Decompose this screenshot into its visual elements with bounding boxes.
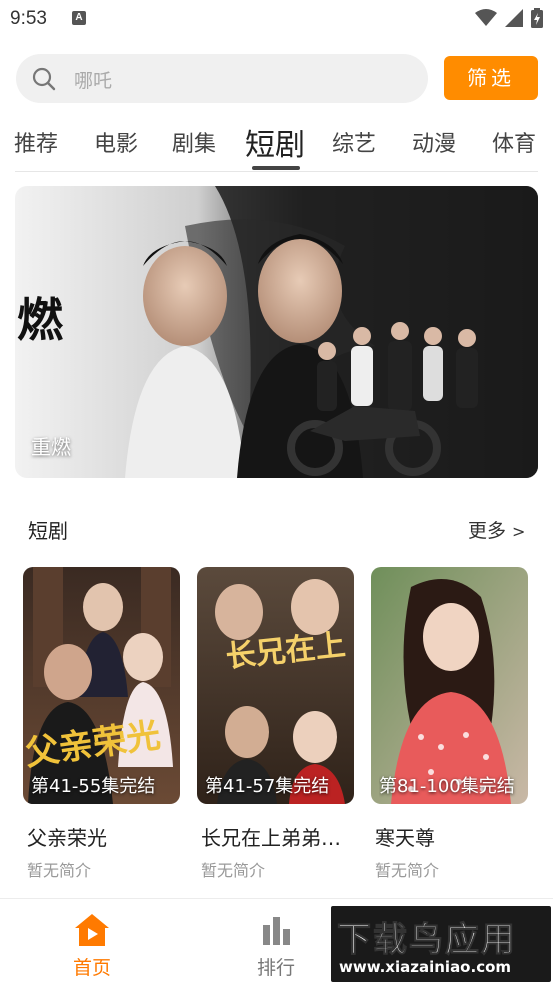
drama-card[interactable]: 父亲荣光 第41-55集完结 父亲荣光 暂无简介 bbox=[23, 567, 180, 881]
status-bar: 9:53 A bbox=[0, 0, 553, 38]
nav-ranking[interactable]: 排行 bbox=[236, 913, 316, 980]
signal-icon bbox=[505, 9, 523, 27]
search-icon bbox=[32, 67, 56, 91]
nav-home[interactable]: 首页 bbox=[52, 913, 132, 980]
filter-button[interactable]: 筛选 bbox=[444, 56, 538, 100]
card-poster: 父亲荣光 第41-55集完结 bbox=[23, 567, 180, 804]
tab-short-drama[interactable]: 短剧 bbox=[245, 120, 305, 164]
watermark-title: 下载鸟应用 bbox=[337, 920, 517, 961]
featured-banner[interactable]: 燃 重燃 bbox=[15, 186, 538, 478]
tab-sports[interactable]: 体育 bbox=[492, 126, 536, 158]
card-title: 寒天尊 bbox=[375, 826, 435, 850]
nav-ranking-label: 排行 bbox=[256, 957, 295, 979]
home-icon bbox=[75, 914, 109, 946]
category-tabs: 推荐 电影 剧集 短剧 综艺 动漫 体育 bbox=[0, 120, 553, 172]
card-poster: 长兄在上 第41-57集完结 bbox=[197, 567, 354, 804]
search-placeholder: 哪吒 bbox=[74, 70, 113, 92]
nav-home-label: 首页 bbox=[72, 957, 111, 979]
battery-icon bbox=[531, 8, 543, 28]
tab-recommend[interactable]: 推荐 bbox=[14, 126, 58, 158]
notification-icon: A bbox=[72, 11, 86, 25]
card-description: 暂无简介 bbox=[375, 861, 440, 880]
status-time: 9:53 bbox=[10, 8, 47, 29]
drama-card[interactable]: 长兄在上 第41-57集完结 长兄在上弟弟妹妹知错了 暂无简介 bbox=[197, 567, 354, 881]
card-description: 暂无简介 bbox=[201, 861, 266, 880]
tab-movies[interactable]: 电影 bbox=[94, 126, 138, 158]
active-tab-indicator bbox=[252, 166, 300, 170]
card-description: 暂无简介 bbox=[27, 861, 92, 880]
episode-badge: 第41-55集完结 bbox=[31, 776, 156, 797]
bar-chart-icon bbox=[263, 917, 290, 945]
chevron-right-icon: > bbox=[512, 522, 526, 541]
card-title: 父亲荣光 bbox=[27, 826, 107, 850]
tab-anime[interactable]: 动漫 bbox=[412, 126, 456, 158]
banner-logo-text: 燃 bbox=[17, 293, 64, 347]
tab-variety[interactable]: 综艺 bbox=[332, 126, 376, 158]
episode-badge: 第81-100集完结 bbox=[379, 776, 515, 797]
search-input[interactable]: 哪吒 bbox=[16, 54, 428, 103]
drama-card[interactable]: 第81-100集完结 寒天尊 暂无简介 bbox=[371, 567, 528, 881]
divider bbox=[15, 171, 538, 172]
banner-image: 燃 bbox=[15, 186, 538, 478]
section-title: 短剧 bbox=[28, 519, 68, 543]
wifi-icon bbox=[475, 9, 497, 26]
more-label: 更多 bbox=[468, 520, 507, 542]
status-icons bbox=[475, 8, 543, 28]
more-link[interactable]: 更多 > bbox=[468, 516, 525, 543]
card-poster: 第81-100集完结 bbox=[371, 567, 528, 804]
watermark-logo: 下载鸟应用 www.xiazainiao.com bbox=[331, 906, 551, 982]
banner-caption: 重燃 bbox=[31, 435, 71, 459]
watermark-url: www.xiazainiao.com bbox=[339, 958, 512, 976]
tab-series[interactable]: 剧集 bbox=[172, 126, 216, 158]
episode-badge: 第41-57集完结 bbox=[205, 776, 330, 797]
card-title: 长兄在上弟弟妹妹知错了 bbox=[201, 826, 353, 850]
